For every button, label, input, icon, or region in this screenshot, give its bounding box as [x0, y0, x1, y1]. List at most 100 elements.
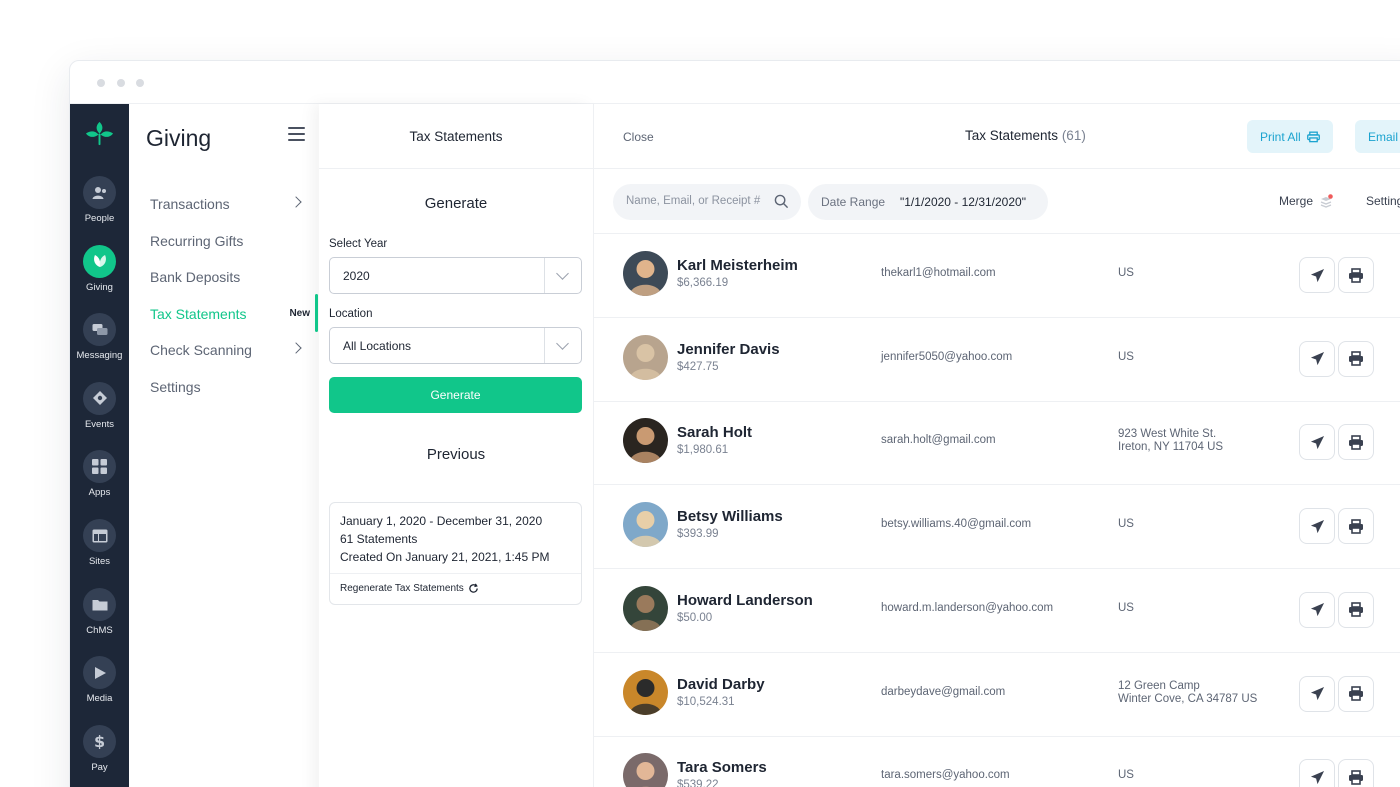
table-row[interactable]: Jennifer Davis $427.75 jennifer5050@yahoo.… — [594, 318, 1400, 402]
print-all-button[interactable]: Print All — [1247, 120, 1333, 153]
main-title-text: Tax Statements — [965, 128, 1059, 143]
send-statement-button[interactable] — [1299, 257, 1335, 293]
rail-item-apps[interactable]: Apps — [70, 450, 129, 498]
send-statement-button[interactable] — [1299, 424, 1335, 461]
print-statement-button[interactable] — [1338, 508, 1374, 545]
previous-range: January 1, 2020 - December 31, 2020 — [340, 514, 543, 528]
rail-item-giving[interactable]: Giving — [70, 244, 129, 293]
table-row[interactable]: Howard Landerson $50.00 howard.m.landerson… — [594, 569, 1400, 653]
nav-item-recurring-gifts[interactable]: Recurring Gifts — [150, 230, 310, 252]
regenerate-link[interactable]: Regenerate Tax Statements — [340, 583, 479, 594]
nav-item-settings[interactable]: Settings — [150, 376, 310, 398]
printer-icon — [1349, 351, 1363, 366]
donor-address: US — [1118, 769, 1134, 782]
year-label: Select Year — [329, 238, 388, 250]
send-statement-button[interactable] — [1299, 759, 1335, 787]
statement-count: (61) — [1061, 128, 1086, 143]
generate-title: Generate — [424, 195, 488, 212]
donor-amount: $427.75 — [677, 360, 719, 373]
print-statement-button[interactable] — [1338, 424, 1374, 461]
table-row[interactable]: Karl Meisterheim $6,366.19 thekarl1@hotmai… — [594, 234, 1400, 318]
people-icon — [83, 176, 116, 209]
address-line: Winter Cove, CA 34787 US — [1118, 692, 1258, 705]
previous-count: 61 Statements — [340, 532, 418, 546]
app-rail: People Giving Messaging Events Apps Sites ChMS… — [70, 104, 129, 787]
donor-amount: $10,524.31 — [677, 695, 735, 708]
send-statement-button[interactable] — [1299, 508, 1335, 545]
nav-item-transactions[interactable]: Transactions — [150, 193, 310, 215]
nav-item-bank-deposits[interactable]: Bank Deposits — [150, 266, 310, 288]
donor-email: tara.somers@yahoo.com — [881, 769, 1010, 782]
rail-label: Sites — [88, 556, 111, 567]
generate-button[interactable]: Generate — [329, 377, 582, 413]
donor-address: US — [1118, 267, 1134, 280]
send-statement-button[interactable] — [1299, 340, 1335, 377]
regenerate-label: Regenerate Tax Statements — [340, 583, 464, 594]
donor-address: 923 West White St. Ireton, NY 11704 US — [1118, 428, 1223, 454]
rail-label: Giving — [86, 281, 113, 293]
previous-statement-card[interactable]: January 1, 2020 - December 31, 2020 61 S… — [329, 502, 582, 605]
rail-item-chms[interactable]: ChMS — [70, 587, 129, 636]
nav-item-label: Check Scanning — [150, 342, 252, 358]
window-dot — [97, 79, 105, 87]
donor-name: Tara Somers — [677, 759, 767, 777]
send-statement-button[interactable] — [1299, 675, 1335, 712]
giving-icon — [83, 244, 116, 278]
date-range-filter[interactable]: Date Range "1/1/2020 - 12/31/2020" — [808, 184, 1048, 220]
avatar — [623, 753, 668, 787]
nav-item-label: Settings — [150, 378, 201, 395]
rail-item-messaging[interactable]: Messaging — [70, 313, 129, 361]
search-input[interactable]: Name, Email, or Receipt # — [613, 184, 801, 220]
print-statement-button[interactable] — [1338, 675, 1374, 712]
chevron-down-icon — [556, 337, 569, 350]
printer-icon — [1349, 769, 1363, 785]
refresh-icon — [469, 583, 478, 593]
events-icon — [83, 381, 116, 415]
generate-panel-header: Tax Statements — [319, 104, 593, 169]
send-icon — [1310, 268, 1324, 282]
table-row[interactable]: Sarah Holt $1,980.61 sarah.holt@gmail.com 9… — [594, 401, 1400, 486]
rail-item-sites[interactable]: Sites — [70, 519, 129, 567]
window-dot — [117, 79, 125, 87]
merge-button[interactable]: Merge — [1279, 194, 1333, 208]
donor-name: Howard Landerson — [677, 591, 813, 609]
print-statement-button[interactable] — [1338, 340, 1374, 377]
svg-text:$: $ — [94, 733, 105, 749]
avatar — [623, 334, 668, 380]
location-select[interactable]: All Locations — [329, 327, 582, 364]
nav-item-check-scanning[interactable]: Check Scanning — [150, 339, 310, 361]
donor-amount: $393.99 — [677, 528, 719, 541]
printer-icon — [1349, 518, 1363, 534]
nav-item-tax-statements[interactable]: Tax Statements New — [150, 303, 310, 325]
send-statement-button[interactable] — [1299, 591, 1335, 628]
hamburger-menu-icon[interactable] — [288, 127, 305, 141]
rail-item-events[interactable]: Events — [70, 381, 129, 430]
giving-nav: Giving Transactions Recurring Gifts Bank D… — [129, 104, 319, 787]
search-placeholder: Name, Email, or Receipt # — [626, 195, 761, 207]
settings-link[interactable]: Settings — [1366, 194, 1400, 208]
location-label: Location — [329, 308, 373, 320]
sites-icon — [83, 519, 116, 552]
date-range-label: Date Range — [821, 195, 886, 209]
donor-amount: $539.22 — [677, 779, 719, 787]
table-row[interactable]: Betsy Williams $393.99 betsy.williams.40@g… — [594, 485, 1400, 570]
rail-item-pay[interactable]: $ Pay — [70, 724, 129, 773]
close-link[interactable]: Close — [623, 130, 654, 144]
rail-item-people[interactable]: People — [70, 176, 129, 224]
print-statement-button[interactable] — [1338, 759, 1374, 787]
table-row[interactable]: Tara Somers $539.22 tara.somers@yahoo.com U… — [594, 736, 1400, 787]
donor-address: US — [1118, 602, 1134, 615]
table-row[interactable]: David Darby $10,524.31 darbeydave@gmail.co… — [594, 653, 1400, 737]
printer-icon — [1349, 435, 1363, 450]
print-statement-button[interactable] — [1338, 591, 1374, 628]
donor-name: Karl Meisterheim — [677, 257, 798, 274]
print-statement-button[interactable] — [1338, 257, 1374, 293]
donor-amount: $50.00 — [677, 611, 713, 624]
email-button[interactable]: Email — [1355, 120, 1400, 153]
avatar — [623, 502, 668, 548]
year-select[interactable]: 2020 — [329, 257, 582, 294]
send-icon — [1310, 770, 1324, 784]
avatar — [623, 251, 668, 296]
rail-item-media[interactable]: Media — [70, 656, 129, 704]
nav-item-label: Tax Statements — [150, 305, 247, 322]
